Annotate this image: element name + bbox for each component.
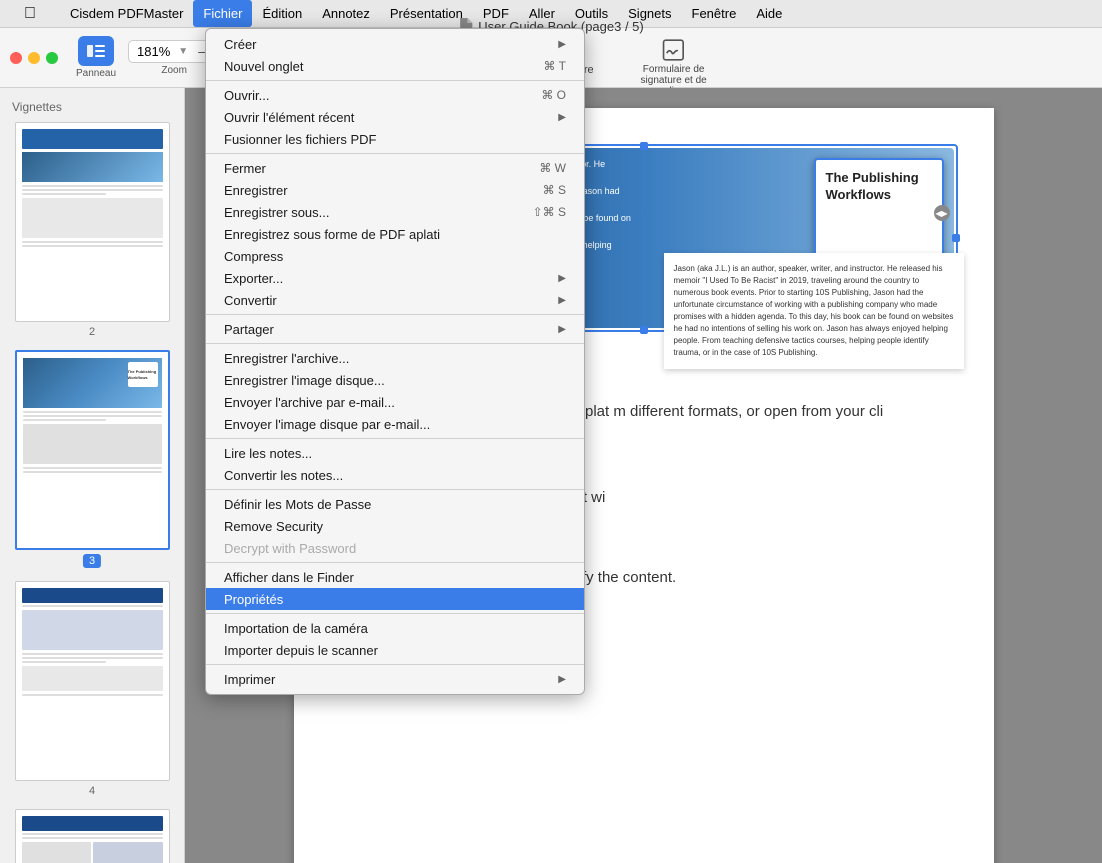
menu-item-lire-les-notes---[interactable]: Lire les notes... <box>206 442 584 464</box>
menu-item-importer-depuis-le-scanner[interactable]: Importer depuis le scanner <box>206 639 584 661</box>
menu-item-partager[interactable]: Partager ▶ <box>206 318 584 340</box>
menu-item-envoyer-l-image-disque-par-e-mail---[interactable]: Envoyer l'image disque par e-mail... <box>206 413 584 435</box>
menu-item-nouvel-onglet[interactable]: Nouvel onglet ⌘ T <box>206 55 584 77</box>
menu-item-enregistrer-l-archive---[interactable]: Enregistrer l'archive... <box>206 347 584 369</box>
menu-item-label: Lire les notes... <box>224 446 312 461</box>
menu-separator <box>206 562 584 563</box>
menu-item-d-finir-les-mots-de-passe[interactable]: Définir les Mots de Passe <box>206 493 584 515</box>
menu-shortcut: ⌘ S <box>543 183 566 197</box>
menu-item-enregistrez-sous-forme-de-pdf-aplati[interactable]: Enregistrez sous forme de PDF aplati <box>206 223 584 245</box>
menu-item-enregistrer-sous---[interactable]: Enregistrer sous... ⇧⌘ S <box>206 201 584 223</box>
menu-item-label: Fermer <box>224 161 266 176</box>
menu-item-label: Enregistrer l'image disque... <box>224 373 385 388</box>
menu-item-label: Envoyer l'image disque par e-mail... <box>224 417 430 432</box>
menu-item-label: Remove Security <box>224 519 323 534</box>
menu-item-label: Convertir les notes... <box>224 468 343 483</box>
menu-item-label: Fusionner les fichiers PDF <box>224 132 376 147</box>
menu-item-label: Partager <box>224 322 274 337</box>
menu-separator <box>206 343 584 344</box>
menu-item-label: Définir les Mots de Passe <box>224 497 371 512</box>
menu-item-propri-t-s[interactable]: Propriétés <box>206 588 584 610</box>
menu-item-fermer[interactable]: Fermer ⌘ W <box>206 157 584 179</box>
menu-item-label: Importation de la caméra <box>224 621 368 636</box>
menu-item-importation-de-la-cam-ra[interactable]: Importation de la caméra <box>206 617 584 639</box>
menu-separator <box>206 489 584 490</box>
menu-item-convertir-les-notes---[interactable]: Convertir les notes... <box>206 464 584 486</box>
menu-separator <box>206 438 584 439</box>
menu-item-compress[interactable]: Compress <box>206 245 584 267</box>
menu-item-cr-er[interactable]: Créer ▶ <box>206 33 584 55</box>
menu-item-convertir[interactable]: Convertir ▶ <box>206 289 584 311</box>
menu-item-decrypt-with-password: Decrypt with Password <box>206 537 584 559</box>
menu-item-fusionner-les-fichiers-pdf[interactable]: Fusionner les fichiers PDF <box>206 128 584 150</box>
menu-item-imprimer[interactable]: Imprimer ▶ <box>206 668 584 690</box>
menu-item-label: Créer <box>224 37 257 52</box>
menu-item-label: Enregistrer l'archive... <box>224 351 349 366</box>
menu-item-label: Enregistrer sous... <box>224 205 330 220</box>
menu-item-label: Propriétés <box>224 592 283 607</box>
menu-separator <box>206 153 584 154</box>
menu-item-label: Imprimer <box>224 672 275 687</box>
menu-item-label: Ouvrir... <box>224 88 270 103</box>
menu-shortcut: ⇧⌘ S <box>533 205 566 219</box>
menu-item-label: Enregistrez sous forme de PDF aplati <box>224 227 440 242</box>
menu-item-ouvrir---[interactable]: Ouvrir... ⌘ O <box>206 84 584 106</box>
submenu-arrow-icon: ▶ <box>558 273 566 284</box>
fichier-dropdown-menu: Créer▶Nouvel onglet⌘ TOuvrir...⌘ OOuvrir… <box>205 28 585 695</box>
menu-item-afficher-dans-le-finder[interactable]: Afficher dans le Finder <box>206 566 584 588</box>
menu-item-label: Importer depuis le scanner <box>224 643 378 658</box>
menu-separator <box>206 664 584 665</box>
submenu-arrow-icon: ▶ <box>558 674 566 685</box>
menu-shortcut: ⌘ T <box>544 59 566 73</box>
menu-item-enregistrer[interactable]: Enregistrer ⌘ S <box>206 179 584 201</box>
menu-separator <box>206 314 584 315</box>
menu-item-label: Convertir <box>224 293 277 308</box>
menu-item-remove-security[interactable]: Remove Security <box>206 515 584 537</box>
submenu-arrow-icon: ▶ <box>558 39 566 50</box>
menu-shortcut: ⌘ O <box>541 88 566 102</box>
menu-item-exporter---[interactable]: Exporter... ▶ <box>206 267 584 289</box>
menu-item-enregistrer-l-image-disque---[interactable]: Enregistrer l'image disque... <box>206 369 584 391</box>
menu-item-ouvrir-l--l-ment-r-cent[interactable]: Ouvrir l'élément récent ▶ <box>206 106 584 128</box>
menu-item-label: Envoyer l'archive par e-mail... <box>224 395 395 410</box>
submenu-arrow-icon: ▶ <box>558 295 566 306</box>
menu-item-label: Nouvel onglet <box>224 59 304 74</box>
menu-separator <box>206 613 584 614</box>
menu-item-label: Exporter... <box>224 271 283 286</box>
submenu-arrow-icon: ▶ <box>558 324 566 335</box>
menu-item-label: Decrypt with Password <box>224 541 356 556</box>
dropdown-overlay[interactable]: Créer▶Nouvel onglet⌘ TOuvrir...⌘ OOuvrir… <box>0 0 1102 863</box>
menu-separator <box>206 80 584 81</box>
menu-item-label: Ouvrir l'élément récent <box>224 110 354 125</box>
menu-item-label: Afficher dans le Finder <box>224 570 354 585</box>
menu-item-label: Enregistrer <box>224 183 288 198</box>
submenu-arrow-icon: ▶ <box>558 112 566 123</box>
menu-item-envoyer-l-archive-par-e-mail---[interactable]: Envoyer l'archive par e-mail... <box>206 391 584 413</box>
menu-shortcut: ⌘ W <box>539 161 566 175</box>
menu-item-label: Compress <box>224 249 283 264</box>
